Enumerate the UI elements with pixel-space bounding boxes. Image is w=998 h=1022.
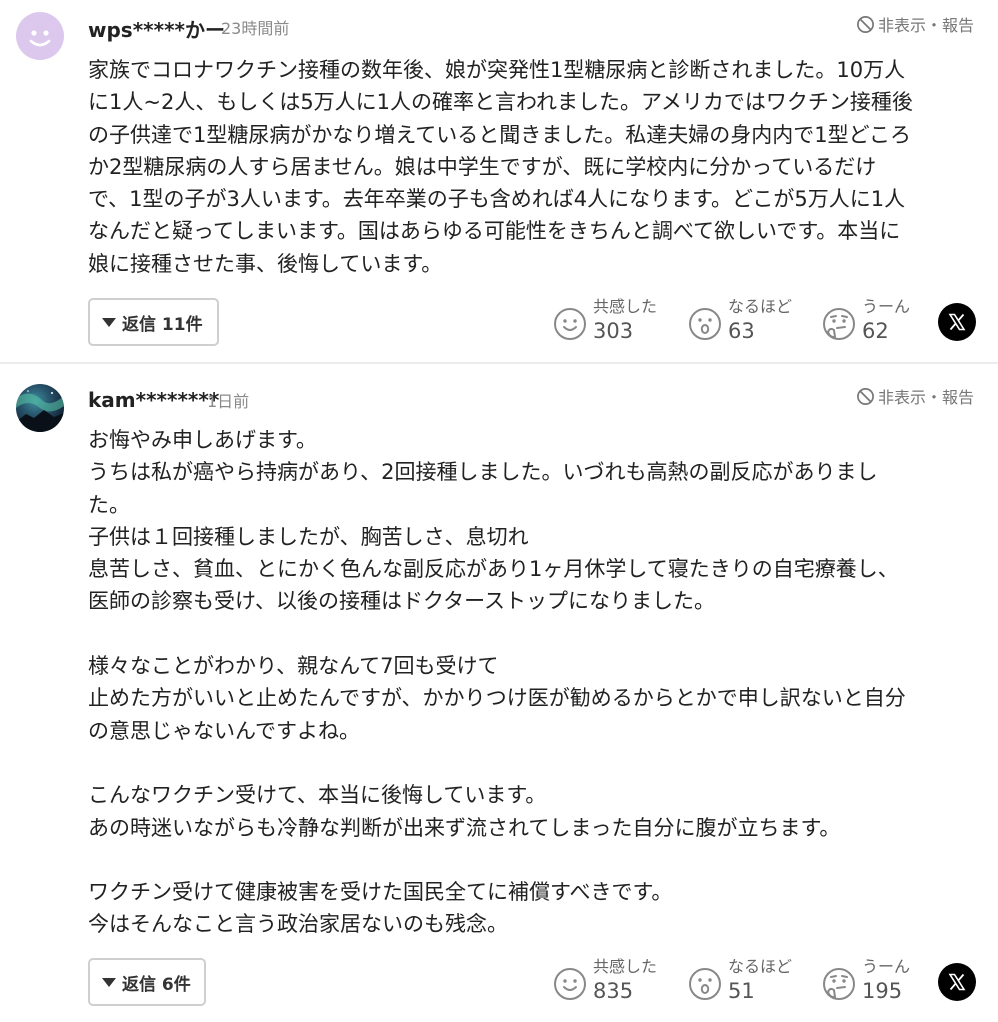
- hide-report-link[interactable]: 非表示・報告: [856, 12, 974, 36]
- reaction-empathy-button[interactable]: 共感した 303: [553, 296, 657, 344]
- comment-line: お悔やみ申しあげます。: [88, 428, 317, 452]
- timestamp: 23時間前: [221, 19, 290, 38]
- hide-report-link[interactable]: 非表示・報告: [856, 384, 974, 408]
- ban-icon: [857, 387, 874, 405]
- reaction-label: 共感した: [593, 957, 658, 976]
- reaction-label: 共感した: [593, 297, 658, 316]
- comment-body: お悔やみ申しあげます。 うちは私が癌やら持病があり、2回接種しました。いづれも高…: [88, 424, 978, 941]
- comment-line: か2型糖尿病の人すら居ません。娘は中学生ですが、既に学校内に分かっているだけ: [88, 154, 877, 179]
- x-logo-icon: [948, 973, 966, 991]
- comment-line: 家族でコロナワクチン接種の数年後、娘が突発性1型糖尿病と診断されました。10万人: [88, 58, 906, 82]
- comment-line: 今はそんなこと言う政治家居ないのも残念。: [88, 912, 508, 937]
- comment-line: の意思じゃないんですよね。: [88, 718, 360, 743]
- aurora-avatar-image: [16, 390, 64, 432]
- comment-line: 息苦しさ、貧血、とにかく色んな副反応があり1ヶ月休学して寝たきりの自宅療養し、: [88, 557, 899, 582]
- comment-line: うちは私が癌やら持病があり、2回接種しました。いづれも高熱の副反応がありまし: [88, 460, 878, 485]
- thinking-icon: [823, 968, 855, 1000]
- comment-line: [88, 618, 978, 650]
- reaction-hmm-button[interactable]: うーん 195: [822, 956, 910, 1004]
- comment-body: 家族でコロナワクチン接種の数年後、娘が突発性1型糖尿病と診断されました。10万人…: [88, 54, 978, 280]
- timestamp: 1日前: [207, 392, 250, 411]
- hide-report-label: 非表示・報告: [877, 388, 974, 407]
- smiley-avatar-icon: [29, 30, 51, 47]
- reaction-count: 62: [862, 319, 889, 343]
- x-logo-icon: [948, 313, 966, 331]
- comment-line: た。: [88, 492, 130, 517]
- reaction-label: なるほど: [728, 297, 793, 316]
- comment: wps*****かー 23時間前 非表示・報告 家族でコロナワクチン接種の数年後…: [0, 0, 998, 364]
- comment-line: で、1型の子が3人います。去年卒業の子も含めれば4人になります。どこが5万人に1…: [88, 187, 906, 212]
- reaction-insight-button[interactable]: なるほど 63: [688, 296, 792, 344]
- reaction-hmm-button[interactable]: うーん 62: [822, 296, 910, 344]
- surprised-icon: [689, 308, 721, 340]
- surprised-icon: [689, 968, 721, 1000]
- comment-line: ワクチン受けて健康被害を受けた国民全てに補償すべきです。: [88, 880, 673, 905]
- comment-line: [88, 747, 978, 779]
- comment-line: こんなワクチン受けて、本当に後悔しています。: [88, 783, 547, 808]
- comment-line: 医師の診察も受け、以後の接種はドクターストップになりました。: [88, 589, 716, 614]
- comment-line: なんだと疑ってしまいます。国はあらゆる可能性をきちんと調べて欲しいです。本当に: [88, 219, 901, 244]
- reaction-insight-button[interactable]: なるほど 51: [688, 956, 792, 1004]
- smile-icon: [554, 308, 586, 340]
- replies-toggle-button[interactable]: 返信 6件: [88, 958, 206, 1006]
- replies-label: 返信 6件: [122, 974, 191, 995]
- reaction-label: うーん: [862, 297, 911, 316]
- replies-toggle-button[interactable]: 返信 11件: [88, 298, 219, 346]
- comment-line: 止めた方がいいと止めたんですが、かかりつけ医が勧めるからとかで申し訳ないと自分: [88, 686, 906, 711]
- reaction-count: 63: [728, 319, 755, 343]
- comment-line: あの時迷いながらも冷静な判断が出来ず流されてしまった自分に腹が立ちます。: [88, 815, 841, 840]
- reaction-count: 835: [593, 979, 634, 1003]
- reaction-label: うーん: [862, 957, 911, 976]
- smile-icon: [554, 968, 586, 1000]
- thinking-icon: [823, 308, 855, 340]
- reaction-empathy-button[interactable]: 共感した 835: [553, 956, 657, 1004]
- username[interactable]: kam********: [88, 388, 219, 412]
- triangle-down-icon: [102, 977, 116, 987]
- comment-line: 娘に接種させた事、後悔しています。: [88, 251, 443, 276]
- reaction-count: 303: [593, 319, 634, 343]
- replies-label: 返信 11件: [122, 314, 203, 335]
- hide-report-label: 非表示・報告: [877, 16, 974, 35]
- triangle-down-icon: [102, 317, 116, 327]
- avatar[interactable]: [16, 384, 64, 432]
- comment-line: に1人~2人、もしくは5万人に1人の確率と言われました。アメリカではワクチン接種…: [88, 90, 913, 115]
- reaction-label: なるほど: [728, 957, 793, 976]
- reaction-count: 195: [862, 979, 903, 1003]
- avatar[interactable]: [16, 12, 64, 60]
- comment-line: 子供は１回接種しましたが、胸苦しさ、息切れ: [88, 524, 529, 549]
- comment: kam******** 1日前 非表示・報告 お悔やみ申しあげます。 うちは私が…: [0, 366, 998, 1022]
- comment-line: [88, 844, 978, 876]
- share-x-button[interactable]: [938, 963, 976, 1001]
- ban-icon: [857, 15, 874, 33]
- comment-line: の子供達で1型糖尿病がかなり増えていると聞きました。私達夫婦の身内内で1型どころ: [88, 122, 912, 147]
- share-x-button[interactable]: [938, 303, 976, 341]
- reaction-count: 51: [728, 979, 755, 1003]
- comment-line: 様々なことがわかり、親なんて7回も受けて: [88, 654, 499, 679]
- username[interactable]: wps*****かー: [88, 14, 225, 43]
